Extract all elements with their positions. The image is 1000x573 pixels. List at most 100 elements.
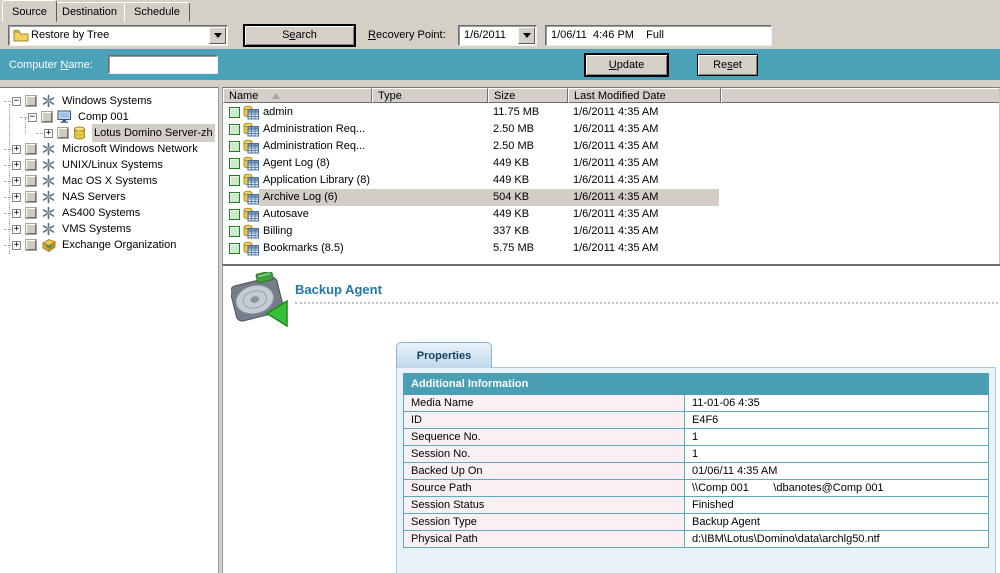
computer-name-input[interactable] [108,55,218,74]
column-header-type[interactable]: Type [372,88,488,103]
database-table-icon [243,139,259,154]
tree-item-mac-os-x-systems[interactable]: +Mac OS X Systems [0,172,218,188]
tree-item-windows-systems[interactable]: −Windows Systems [0,92,218,108]
tree-checkbox[interactable] [26,96,36,106]
file-row-administration-req[interactable]: Administration Req...2.50 MB1/6/2011 4:3… [223,138,1000,155]
file-modified: 1/6/2011 4:35 AM [573,104,719,121]
tab-properties[interactable]: Properties [396,342,492,368]
expand-icon[interactable]: + [12,193,21,202]
tree-item-comp-001[interactable]: −Comp 001 [0,108,218,124]
file-checkbox[interactable] [229,175,240,186]
expand-icon[interactable]: + [12,209,21,218]
file-checkbox[interactable] [229,226,240,237]
file-modified: 1/6/2011 4:35 AM [573,172,719,189]
property-value: 1 [685,446,989,463]
tree-checkbox[interactable] [26,224,36,234]
file-row-agent-log-8[interactable]: Agent Log (8)449 KB1/6/2011 4:35 AM [223,155,1000,172]
column-header-label: Last Modified Date [574,90,666,102]
tree-checkbox[interactable] [26,192,36,202]
section-title: Additional Information [404,374,989,395]
file-size: 2.50 MB [493,121,567,138]
tree-item-nas-servers[interactable]: +NAS Servers [0,188,218,204]
tab-destination[interactable]: Destination [52,2,127,22]
tree-item-unix-linux-systems[interactable]: +UNIX/Linux Systems [0,156,218,172]
search-button[interactable]: Search [244,25,355,46]
file-size: 449 KB [493,172,567,189]
update-button[interactable]: Update [585,54,668,76]
file-row-application-library-8[interactable]: Application Library (8)449 KB1/6/2011 4:… [223,172,1000,189]
property-row-session-type: Session TypeBackup Agent [404,514,989,531]
collapse-icon[interactable]: − [12,97,21,106]
tree-connector [36,133,43,134]
file-row-administration-req[interactable]: Administration Req...2.50 MB1/6/2011 4:3… [223,121,1000,138]
file-checkbox[interactable] [229,141,240,152]
backup-restore-window: Source Destination Schedule Restore by T… [0,0,1000,573]
tree-checkbox[interactable] [26,160,36,170]
detail-title-rule [295,302,998,304]
property-label: Session Status [404,497,685,514]
tree-item-exchange-organization[interactable]: + Exchange Organization [0,236,218,252]
detail-title: Backup Agent [295,282,382,297]
tree-item-as400-systems[interactable]: +AS400 Systems [0,204,218,220]
file-name: Administration Req... [263,138,371,155]
source-tree-panel: −Windows Systems−Comp 001+Lotus Domino S… [0,87,219,573]
recovery-detail-field[interactable]: 1/06/11 4:46 PM Full [545,25,772,46]
database-table-icon [243,105,259,120]
collapse-icon[interactable]: − [28,113,37,122]
tree-checkbox[interactable] [42,112,52,122]
tree-checkbox[interactable] [58,128,68,138]
file-checkbox[interactable] [229,158,240,169]
expand-icon[interactable]: + [12,161,21,170]
file-name: admin [263,104,371,121]
tree-checkbox[interactable] [26,208,36,218]
tree-checkbox[interactable] [26,240,36,250]
expand-icon[interactable]: + [12,241,21,250]
tree-item-label[interactable]: Exchange Organization [60,236,178,254]
file-name: Administration Req... [263,121,371,138]
file-checkbox[interactable] [229,192,240,203]
file-checkbox[interactable] [229,209,240,220]
recovery-point-dropdown-button[interactable] [518,27,535,44]
reset-button[interactable]: Reset [697,54,758,76]
tree-item-lotus-domino-server-zh[interactable]: +Lotus Domino Server-zh [0,124,218,140]
restore-mode-combobox[interactable]: Restore by Tree [8,25,228,46]
exchange-icon [41,238,57,252]
restore-mode-dropdown-button[interactable] [209,27,226,44]
column-header-name[interactable]: Name [223,88,372,103]
file-checkbox[interactable] [229,124,240,135]
file-row-admin[interactable]: admin11.75 MB1/6/2011 4:35 AM [223,104,1000,121]
property-row-physical-path: Physical Pathd:\IBM\Lotus\Domino\data\ar… [404,531,989,548]
tree-checkbox[interactable] [26,144,36,154]
tree-item-vms-systems[interactable]: +VMS Systems [0,220,218,236]
property-label: ID [404,412,685,429]
file-row-autosave[interactable]: Autosave449 KB1/6/2011 4:35 AM [223,206,1000,223]
expand-icon[interactable]: + [44,129,53,138]
expand-icon[interactable]: + [12,177,21,186]
file-row-archive-log-6[interactable]: Archive Log (6)504 KB1/6/2011 4:35 AM [223,189,1000,206]
expand-icon[interactable]: + [12,145,21,154]
search-button-label-rest: arch [296,29,317,41]
file-size: 449 KB [493,155,567,172]
column-header-size[interactable]: Size [488,88,568,103]
column-header-filler [721,88,1000,103]
tree-item-microsoft-windows-network[interactable]: +Microsoft Windows Network [0,140,218,156]
file-row-bookmarks-8-5[interactable]: Bookmarks (8.5)5.75 MB1/6/2011 4:35 AM [223,240,1000,257]
file-checkbox[interactable] [229,243,240,254]
file-row-billing[interactable]: Billing337 KB1/6/2011 4:35 AM [223,223,1000,240]
property-value: 1 [685,429,989,446]
property-label: Sequence No. [404,429,685,446]
database-table-icon [243,224,259,239]
database-table-icon [243,190,259,205]
column-header-last-modified-date[interactable]: Last Modified Date [568,88,721,103]
database-table-icon [243,156,259,171]
recovery-point-combobox[interactable]: 1/6/2011 [458,25,537,46]
tab-source[interactable]: Source [2,0,57,22]
sort-ascending-icon [272,93,280,99]
chevron-down-icon [523,33,531,38]
file-name: Agent Log (8) [263,155,371,172]
tree-checkbox[interactable] [26,176,36,186]
file-checkbox[interactable] [229,107,240,118]
property-label: Media Name [404,395,685,412]
tab-schedule[interactable]: Schedule [124,2,190,22]
expand-icon[interactable]: + [12,225,21,234]
